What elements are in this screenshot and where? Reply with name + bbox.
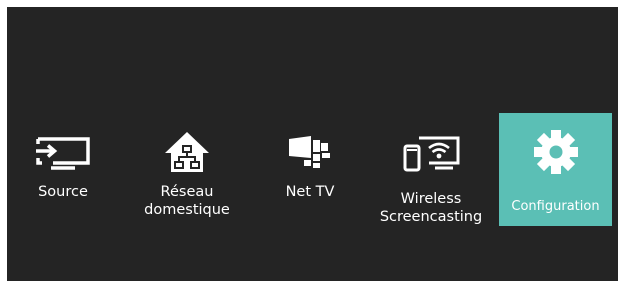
menu-item-reseau-domestique[interactable]: Réseau domestique	[142, 113, 232, 226]
menu-item-label: Configuration	[511, 199, 600, 214]
menu-item-source[interactable]: Source	[23, 113, 103, 226]
menu-item-label: Net TV	[285, 184, 335, 200]
menu-item-configuration[interactable]: Configuration	[499, 113, 612, 226]
gear-icon	[526, 130, 586, 174]
menu-item-net-tv[interactable]: Net TV	[270, 113, 350, 226]
wireless-screencasting-icon	[401, 130, 461, 174]
home-network-icon	[157, 130, 217, 174]
menu-item-label-line1: Wireless	[400, 191, 462, 207]
menu-item-label-line2: domestique	[144, 202, 230, 218]
menu-item-label: Source	[38, 184, 88, 200]
net-tv-icon	[280, 130, 340, 174]
tv-screen: Source Réseau domestique Net TV Wireless…	[7, 7, 618, 281]
menu-item-label-line2: Screencasting	[379, 209, 483, 225]
source-input-icon	[33, 130, 93, 174]
menu-item-label-line1: Réseau	[160, 184, 214, 200]
menu-item-wireless-screencasting[interactable]: Wireless Screencasting	[375, 113, 487, 226]
